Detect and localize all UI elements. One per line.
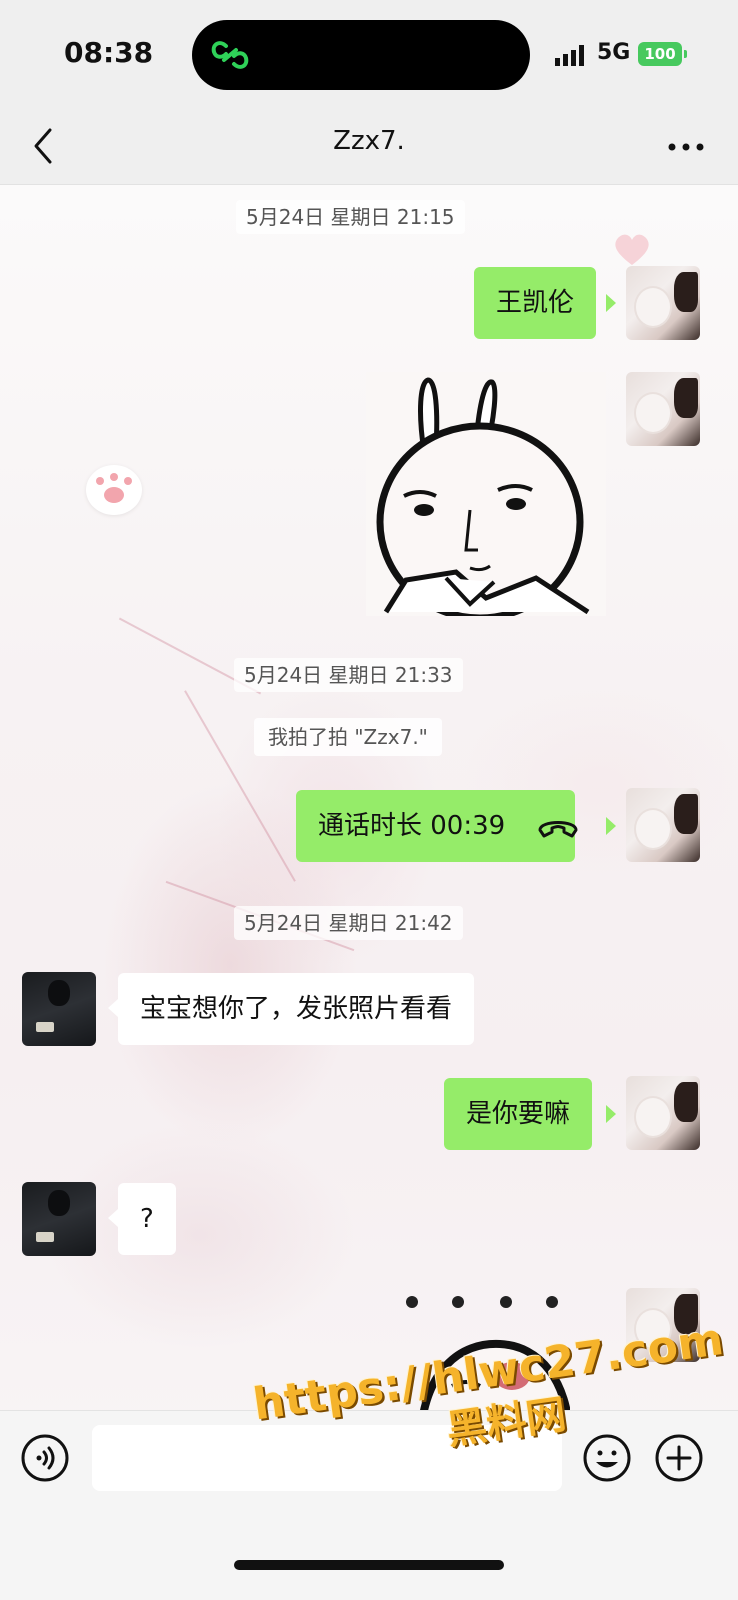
message-timestamp: 5月24日 星期日 21:15 <box>236 200 465 234</box>
phone-hangup-icon <box>536 790 580 890</box>
status-time: 08:38 <box>64 36 154 69</box>
chat-header: Zzx7. <box>0 110 738 185</box>
pat-notification: 我拍了拍 "Zzx7." <box>254 718 442 756</box>
my-avatar[interactable] <box>626 1076 700 1150</box>
battery-tip <box>684 50 687 58</box>
message-bubble-sent[interactable]: 王凯伦 <box>474 267 597 339</box>
message-bubble-received[interactable]: 宝宝想你了，发张照片看看 <box>118 973 475 1045</box>
heart-icon <box>612 231 652 267</box>
smiley-icon <box>583 1434 631 1482</box>
more-actions-button[interactable] <box>654 1433 704 1483</box>
network-type: 5G <box>597 40 631 65</box>
message-timestamp: 5月24日 星期日 21:42 <box>234 906 463 940</box>
call-duration-text: 通话时长 00:39 <box>318 811 506 841</box>
call-record-bubble[interactable]: 通话时长 00:39 <box>296 790 578 862</box>
more-button[interactable] <box>664 132 708 162</box>
link-icon <box>210 36 250 74</box>
bunny-sticker-image[interactable] <box>366 372 606 616</box>
signal-icon <box>555 44 589 66</box>
paw-sticker-icon <box>86 465 142 515</box>
my-avatar[interactable] <box>626 372 700 446</box>
voice-icon <box>21 1434 69 1482</box>
bubble-tail <box>606 817 616 835</box>
my-avatar[interactable] <box>626 266 700 340</box>
more-dots-icon <box>668 143 704 151</box>
bubble-tail <box>108 1209 118 1227</box>
message-bubble-received[interactable]: ? <box>118 1183 176 1255</box>
voice-input-button[interactable] <box>20 1433 70 1483</box>
message-bubble-sent[interactable]: 是你要嘛 <box>444 1078 593 1150</box>
dynamic-island <box>192 20 530 90</box>
plus-icon <box>655 1434 703 1482</box>
emoji-button[interactable] <box>582 1433 632 1483</box>
battery-icon: 100 <box>638 42 682 66</box>
message-timestamp: 5月24日 星期日 21:33 <box>234 658 463 692</box>
contact-avatar[interactable] <box>22 1182 96 1256</box>
home-indicator[interactable] <box>234 1560 504 1570</box>
contact-avatar[interactable] <box>22 972 96 1046</box>
bubble-tail <box>606 1105 616 1123</box>
bubble-tail <box>606 294 616 312</box>
bubble-tail <box>108 999 118 1017</box>
chat-title: Zzx7. <box>333 126 405 156</box>
status-bar: 08:38 5G 100 <box>0 0 738 110</box>
my-avatar[interactable] <box>626 788 700 862</box>
